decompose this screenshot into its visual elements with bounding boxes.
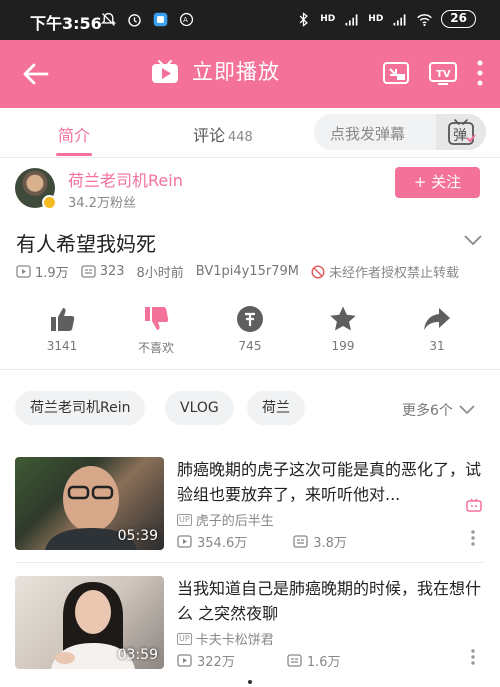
svg-text:TV: TV <box>436 69 451 80</box>
wifi-icon <box>417 13 433 26</box>
recommended-views: 322万 <box>197 655 235 670</box>
up-badge-icon: UP <box>177 513 192 526</box>
tag-chip[interactable]: VLOG <box>165 391 234 425</box>
play-count-icon <box>16 265 31 278</box>
mute-bell-icon <box>100 12 117 26</box>
more-vertical-icon[interactable] <box>476 60 484 86</box>
tab-comments[interactable]: 评论 448 <box>193 122 253 146</box>
play-now-label: 立即播放 <box>192 60 280 84</box>
danmaku-toggle-icon: 弹 <box>448 119 476 145</box>
share-count: 31 <box>429 339 445 353</box>
coin-icon <box>237 306 263 332</box>
action-bar: 3141 不喜欢 745 199 31 <box>0 305 500 370</box>
danmaku-count-icon <box>293 535 308 548</box>
no-repost-icon <box>311 264 325 279</box>
video-meta: 1.9万 323 8小时前 BV1pi4y15r79M 未经作者授权禁止转载 <box>16 262 471 281</box>
recommended-views: 354.6万 <box>197 536 248 551</box>
recommended-danmaku: 3.8万 <box>313 536 347 551</box>
uploader-avatar[interactable] <box>15 168 57 210</box>
bilibili-tv-icon <box>152 60 178 83</box>
recommended-uploader: UP 卡夫卡松饼君 <box>177 629 274 648</box>
more-tags-label: 更多6个 <box>402 403 453 419</box>
follow-button[interactable]: + 关注 <box>395 167 480 198</box>
tag-chip[interactable]: 荷兰老司机Rein <box>15 391 146 425</box>
bluetooth-icon <box>299 11 309 27</box>
cell-signal-2-icon <box>393 13 406 25</box>
signal-2-label: HD <box>368 13 384 24</box>
video-thumbnail[interactable]: 05:39 <box>15 457 164 550</box>
recommended-title[interactable]: 肺癌晚期的虎子这次可能是真的恶化了，试验组也要放弃了，来听听他对... <box>177 457 487 507</box>
more-vertical-icon[interactable] <box>470 648 476 666</box>
video-thumbnail[interactable]: 03:59 <box>15 576 164 669</box>
view-count: 1.9万 <box>35 266 69 281</box>
play-count-icon <box>177 654 192 667</box>
danmaku-count-icon <box>287 654 302 667</box>
fans-count: 34.2万粉丝 <box>68 196 136 211</box>
more-vertical-icon[interactable] <box>470 529 476 547</box>
up-badge-icon: UP <box>177 632 192 645</box>
tag-chip[interactable]: 荷兰 <box>247 391 305 425</box>
repost-notice: 未经作者授权禁止转载 <box>328 266 459 281</box>
danmaku-count: 323 <box>99 264 125 279</box>
tv-badge-icon <box>466 498 482 512</box>
coin-count: 745 <box>238 339 262 353</box>
recommended-uploader-name: 虎子的后半生 <box>195 514 274 529</box>
play-count-icon <box>177 535 192 548</box>
dislike-button[interactable]: 不喜欢 <box>121 305 191 356</box>
coin-button[interactable]: 745 <box>215 305 285 353</box>
star-icon <box>330 306 356 331</box>
tab-bar: 简介 评论 448 点我发弹幕 弹 <box>0 108 500 158</box>
chevron-down-icon <box>459 405 475 415</box>
danmaku-send-button[interactable]: 弹 <box>436 114 486 150</box>
favorite-button[interactable]: 199 <box>308 305 378 353</box>
recommended-danmaku: 1.6万 <box>306 655 341 670</box>
tab-underline <box>56 153 92 156</box>
pip-icon[interactable] <box>382 59 410 87</box>
tab-comments-label: 评论 <box>193 126 226 145</box>
uploader-name[interactable]: 荷兰老司机Rein <box>68 167 183 191</box>
danmaku-placeholder: 点我发弹幕 <box>330 125 406 143</box>
share-arrow-icon <box>424 308 450 330</box>
play-now-button[interactable]: 立即播放 <box>150 56 280 86</box>
share-button[interactable]: 31 <box>402 305 472 353</box>
app-bar: 立即播放 TV <box>0 40 500 108</box>
status-bar: 下午3:56 A HD HD 26 <box>0 0 500 40</box>
recommended-uploader: UP 虎子的后半生 <box>177 510 274 529</box>
svg-text:A: A <box>183 16 188 24</box>
video-title: 有人希望我妈死 <box>16 232 156 256</box>
dislike-label: 不喜欢 <box>137 341 174 355</box>
scroll-indicator <box>248 680 252 684</box>
like-count: 3141 <box>46 339 78 353</box>
battery-indicator: 26 <box>441 10 476 28</box>
back-arrow-icon[interactable] <box>20 59 50 89</box>
verified-badge-icon <box>42 195 57 210</box>
recommended-item[interactable]: 05:39 肺癌晚期的虎子这次可能是真的恶化了，试验组也要放弃了，来听听他对..… <box>0 457 500 567</box>
danmaku-input[interactable]: 点我发弹幕 弹 <box>314 114 486 150</box>
thumbs-up-icon <box>51 308 75 331</box>
recommended-title[interactable]: 当我知道自己是肺癌晚期的时候，我在想什么 之突然夜聊 <box>177 576 487 626</box>
video-duration: 03:59 <box>117 647 158 663</box>
alarm-icon <box>128 14 141 27</box>
bv-id: BV1pi4y15r79M <box>195 264 299 279</box>
cell-signal-1-icon <box>345 13 358 25</box>
publish-time: 8小时前 <box>136 266 184 281</box>
cast-tv-icon[interactable]: TV <box>428 59 458 87</box>
video-duration: 05:39 <box>117 528 158 544</box>
tab-intro[interactable]: 简介 <box>58 122 90 146</box>
danmaku-count-icon <box>81 265 96 278</box>
signal-1-label: HD <box>320 13 336 24</box>
danmaku-button-label: 弹 <box>453 128 467 144</box>
status-time: 下午3:56 <box>30 14 102 33</box>
thumbs-down-icon <box>145 307 169 330</box>
recommended-uploader-name: 卡夫卡松饼君 <box>195 633 274 648</box>
chevron-down-icon[interactable] <box>463 233 483 247</box>
comment-count: 448 <box>228 130 253 145</box>
divider <box>15 562 485 563</box>
recommended-item[interactable]: 03:59 当我知道自己是肺癌晚期的时候，我在想什么 之突然夜聊 UP 卡夫卡松… <box>0 576 500 686</box>
search-app-icon: A <box>179 12 194 27</box>
like-button[interactable]: 3141 <box>27 305 97 353</box>
favorite-count: 199 <box>331 339 355 353</box>
app-notification-icon <box>153 12 168 27</box>
more-tags-button[interactable]: 更多6个 <box>402 400 475 420</box>
